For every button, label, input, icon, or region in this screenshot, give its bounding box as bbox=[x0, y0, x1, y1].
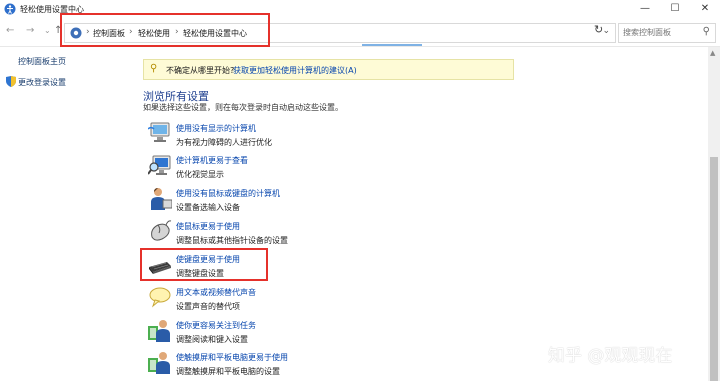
item-desc-touch-tablet: 调整触摸屏和平板电脑的设置 bbox=[176, 367, 280, 376]
item-title-text-video-sound[interactable]: 用文本或视频替代声音 bbox=[176, 287, 256, 298]
person-onscreen-keyboard-icon bbox=[151, 188, 172, 210]
shield-icon bbox=[6, 76, 16, 87]
item-desc-text-video-sound: 设置声音的替代项 bbox=[176, 302, 240, 311]
forward-icon[interactable]: → bbox=[26, 25, 34, 36]
person-tablet-icon bbox=[148, 352, 170, 374]
item-desc-mouse-easier: 调整鼠标或其他指针设备的设置 bbox=[176, 236, 288, 245]
lightbulb-icon: ⚲ bbox=[150, 63, 158, 74]
monitor-narrator-icon bbox=[148, 122, 170, 142]
item-desc-focus-tasks: 调整阅读和键入设置 bbox=[176, 335, 248, 344]
back-icon[interactable]: ← bbox=[6, 25, 14, 36]
item-desc-use-without-display: 为有视力障碍的人进行优化 bbox=[176, 138, 272, 147]
info-bar: ⚲ 不确定从哪里开始? 获取更加轻松使用计算机的建议(A) bbox=[143, 59, 514, 80]
scrollbar-thumb[interactable] bbox=[710, 157, 718, 381]
sidebar: 控制面板主页 更改登录设置 bbox=[0, 47, 130, 381]
close-button[interactable]: ✕ bbox=[690, 0, 720, 18]
recent-dropdown-icon[interactable]: ⌄ bbox=[44, 26, 51, 35]
scroll-up-icon[interactable]: ▲ bbox=[710, 49, 715, 57]
search-input[interactable] bbox=[623, 24, 697, 40]
search-box[interactable]: ⚲ bbox=[618, 23, 716, 43]
maximize-button[interactable]: ☐ bbox=[660, 0, 690, 18]
magnifier-monitor-icon bbox=[148, 155, 171, 175]
item-title-mouse-easier[interactable]: 使鼠标更易于使用 bbox=[176, 221, 240, 232]
vertical-scrollbar[interactable]: ▲ bbox=[708, 47, 720, 381]
mouse-icon bbox=[151, 220, 172, 241]
item-desc-without-mouse-keyboard: 设置备选输入设备 bbox=[176, 203, 240, 212]
item-title-without-mouse-keyboard[interactable]: 使用没有鼠标或键盘的计算机 bbox=[176, 188, 280, 199]
keyboard-highlight-box bbox=[140, 248, 268, 281]
speech-bubble-icon bbox=[149, 287, 171, 308]
scroll-indicator-line bbox=[362, 44, 422, 46]
item-title-touch-tablet[interactable]: 使触摸屏和平板电脑更易于使用 bbox=[176, 352, 288, 363]
address-highlight-box bbox=[60, 13, 270, 47]
search-icon[interactable]: ⚲ bbox=[703, 26, 710, 37]
page-subtitle: 如果选择这些设置，则在每次登录时自动启动这些设置。 bbox=[143, 103, 343, 112]
person-focus-icon bbox=[148, 320, 170, 342]
refresh-icon[interactable]: ↻ bbox=[594, 23, 603, 36]
chevron-down-icon[interactable]: ⌄ bbox=[602, 26, 610, 36]
watermark: 知乎 @观观现在 bbox=[548, 346, 673, 366]
minimize-button[interactable]: — bbox=[630, 0, 660, 18]
recommendations-link[interactable]: 获取更加轻松使用计算机的建议(A) bbox=[233, 65, 357, 76]
item-desc-easier-to-see: 优化视觉显示 bbox=[176, 170, 224, 179]
item-title-use-without-display[interactable]: 使用没有显示的计算机 bbox=[176, 123, 256, 134]
info-question: 不确定从哪里开始? bbox=[166, 66, 235, 75]
item-title-focus-tasks[interactable]: 使你更容易关注到任务 bbox=[176, 320, 256, 331]
item-title-easier-to-see[interactable]: 使计算机更易于查看 bbox=[176, 155, 248, 166]
sidebar-item-control-panel-home[interactable]: 控制面板主页 bbox=[18, 56, 66, 67]
ease-of-access-icon bbox=[4, 3, 16, 15]
sidebar-item-change-sign-in[interactable]: 更改登录设置 bbox=[18, 77, 66, 88]
